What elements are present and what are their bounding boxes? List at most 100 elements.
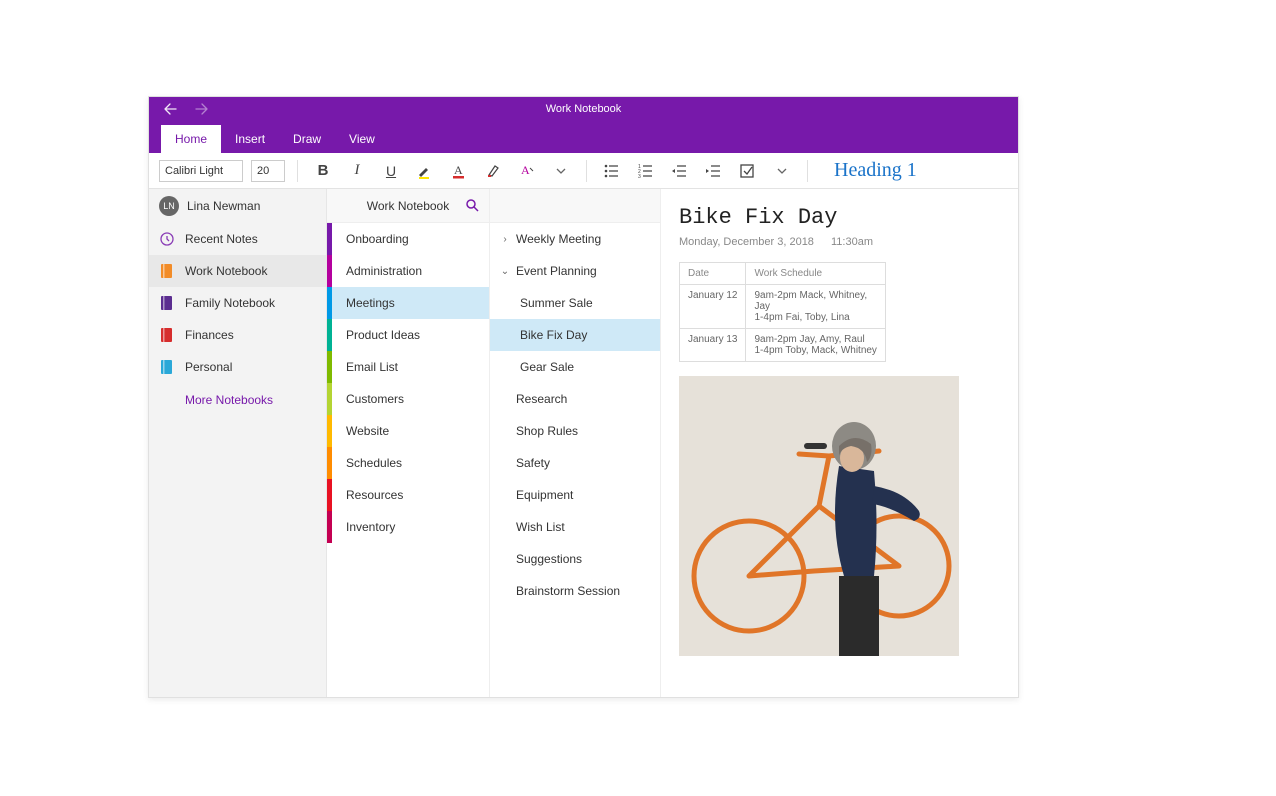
notebook-item[interactable]: Work Notebook [149,255,326,287]
pages-panel: ›Weekly Meeting ⌄ Event Planning Summer Sal… [489,189,661,697]
tab-view[interactable]: View [335,125,389,153]
page-content[interactable]: Bike Fix Day Monday, December 3, 2018 11… [661,189,1018,697]
clear-formatting-button[interactable] [480,158,506,184]
tab-home[interactable]: Home [161,125,221,153]
table-row[interactable]: January 129am-2pm Mack, Whitney, Jay1-4p… [680,285,886,329]
notebook-label: Personal [185,360,232,374]
chevron-down-icon[interactable] [769,158,795,184]
tab-insert[interactable]: Insert [221,125,279,153]
format-painter-button[interactable]: A [514,158,540,184]
table-cell[interactable]: January 13 [680,329,746,362]
section-item[interactable]: Email List [327,351,489,383]
table-header: Work Schedule [746,263,886,285]
font-size-select[interactable]: 20 [251,160,285,182]
page-item[interactable]: ›Weekly Meeting [490,223,660,255]
page-item[interactable]: Suggestions [490,543,660,575]
svg-text:A: A [454,163,463,177]
schedule-table[interactable]: DateWork Schedule January 129am-2pm Mack… [679,262,886,362]
styles-gallery[interactable]: Heading 1 [828,159,923,182]
page-item[interactable]: Gear Sale [490,351,660,383]
page-label: Wish List [516,520,565,534]
bold-button[interactable]: B [310,158,336,184]
underline-button[interactable]: U [378,158,404,184]
table-header: Date [680,263,746,285]
table-cell[interactable]: January 12 [680,285,746,329]
numbered-list-button[interactable]: 123 [633,158,659,184]
notebook-name: Work Notebook [367,199,449,213]
section-label: Onboarding [346,232,409,246]
forward-button[interactable] [195,103,209,115]
notebook-item[interactable]: Family Notebook [149,287,326,319]
embedded-image[interactable] [679,376,959,656]
user-account[interactable]: LN Lina Newman [149,189,326,223]
page-item[interactable]: Bike Fix Day [490,319,660,351]
chevron-down-icon[interactable]: ⌄ [500,266,510,277]
clock-icon [159,231,175,247]
page-item[interactable]: ⌄ Event Planning [490,255,660,287]
section-item[interactable]: Customers [327,383,489,415]
page-date: Monday, December 3, 2018 [679,236,814,248]
indent-button[interactable] [701,158,727,184]
table-cell[interactable]: 9am-2pm Jay, Amy, Raul1-4pm Toby, Mack, … [746,329,886,362]
more-notebooks-link[interactable]: More Notebooks [149,383,326,407]
notebook-icon [159,359,175,375]
divider [807,160,808,182]
page-time: 11:30am [831,236,873,248]
notebook-item[interactable]: Finances [149,319,326,351]
avatar: LN [159,196,179,216]
notebook-label: Work Notebook [185,264,267,278]
font-name-select[interactable]: Calibri Light [159,160,243,182]
section-item[interactable]: Resources [327,479,489,511]
todo-tag-button[interactable] [735,158,761,184]
page-item[interactable]: Shop Rules [490,415,660,447]
table-cell[interactable]: 9am-2pm Mack, Whitney, Jay1-4pm Fai, Tob… [746,285,886,329]
section-label: Email List [346,360,398,374]
italic-button[interactable]: I [344,158,370,184]
notebook-icon [159,327,175,343]
font-color-button[interactable]: A [446,158,472,184]
page-item[interactable]: Wish List [490,511,660,543]
page-title[interactable]: Bike Fix Day [679,205,1000,230]
section-item[interactable]: Schedules [327,447,489,479]
outdent-button[interactable] [667,158,693,184]
chevron-right-icon[interactable]: › [500,234,510,245]
page-label: Bike Fix Day [520,328,587,342]
notebook-label: Family Notebook [185,296,275,310]
search-icon[interactable] [465,198,479,212]
page-item[interactable]: Brainstorm Session [490,575,660,607]
notebook-icon [159,263,175,279]
page-item[interactable]: Safety [490,447,660,479]
page-label: Shop Rules [516,424,578,438]
section-item[interactable]: Meetings [327,287,489,319]
highlight-button[interactable] [412,158,438,184]
page-label: Summer Sale [520,296,593,310]
ribbon-tabs: Home Insert Draw View [149,121,1018,153]
page-item[interactable]: Research [490,383,660,415]
back-button[interactable] [163,103,177,115]
page-item[interactable]: Summer Sale [490,287,660,319]
bullet-list-button[interactable] [599,158,625,184]
page-item[interactable]: Equipment [490,479,660,511]
divider [586,160,587,182]
section-label: Schedules [346,456,402,470]
page-label: Gear Sale [520,360,574,374]
page-label: Equipment [516,488,573,502]
tab-draw[interactable]: Draw [279,125,335,153]
section-item[interactable]: Administration [327,255,489,287]
section-item[interactable]: Product Ideas [327,319,489,351]
page-timestamp: Monday, December 3, 2018 11:30am [679,236,1000,248]
recent-notes-label: Recent Notes [185,232,258,246]
page-label: Research [516,392,567,406]
page-label: Event Planning [516,264,597,278]
section-item[interactable]: Website [327,415,489,447]
table-row[interactable]: January 139am-2pm Jay, Amy, Raul1-4pm To… [680,329,886,362]
section-label: Resources [346,488,403,502]
notebook-item[interactable]: Personal [149,351,326,383]
section-item[interactable]: Inventory [327,511,489,543]
notebook-label: Finances [185,328,234,342]
chevron-down-icon[interactable] [548,158,574,184]
divider [297,160,298,182]
recent-notes[interactable]: Recent Notes [149,223,326,255]
sections-header: Work Notebook [327,189,489,223]
section-item[interactable]: Onboarding [327,223,489,255]
